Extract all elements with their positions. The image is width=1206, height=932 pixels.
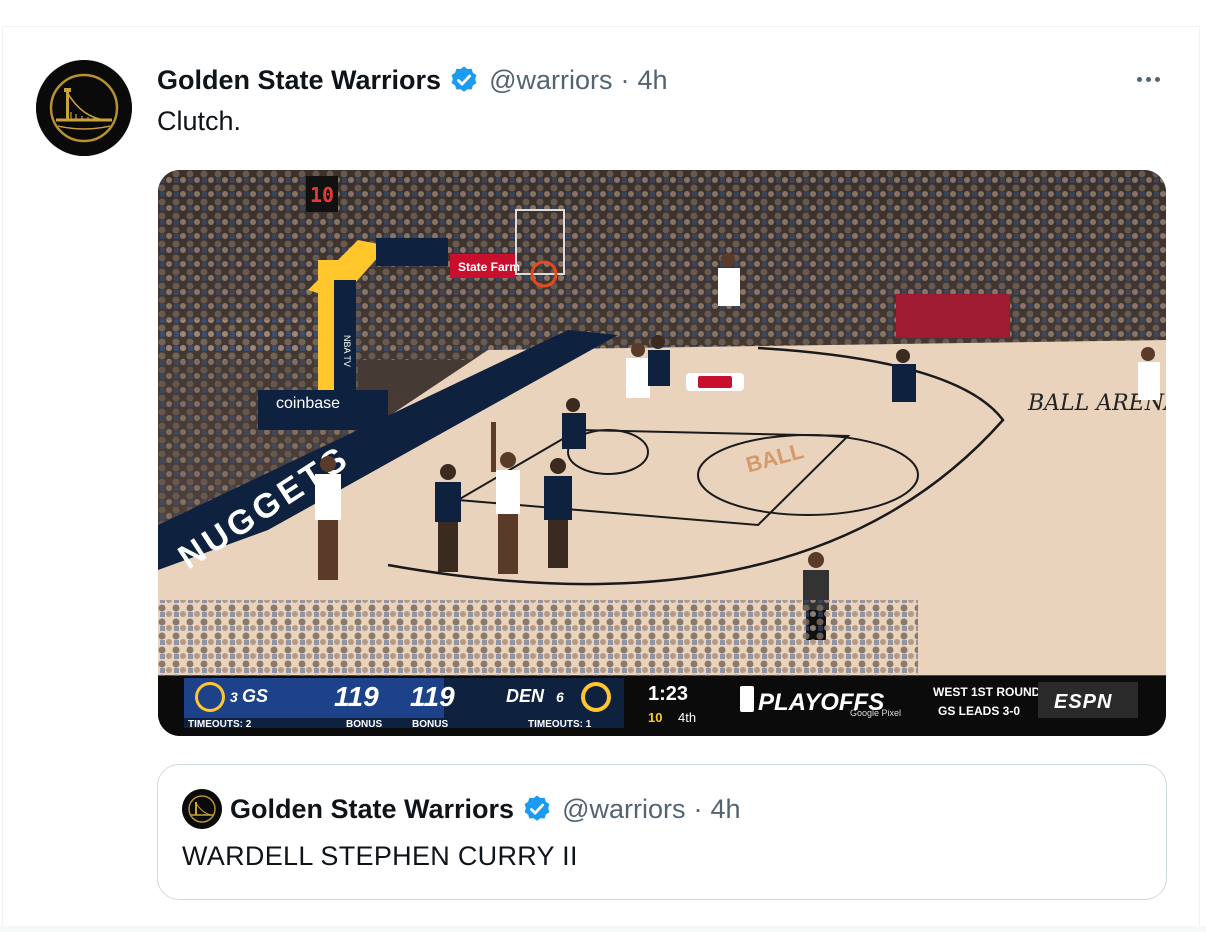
verified-badge-icon <box>449 65 479 95</box>
quoted-tweet[interactable]: Golden State Warriors @warriors · 4h WAR… <box>157 764 1167 900</box>
basketball-scene-image: NUGGETS BALL BALL ARENA coinbase NBA TV … <box>158 170 1166 736</box>
home-score: 119 <box>410 681 455 712</box>
verified-badge-icon <box>522 794 552 824</box>
dot-separator: · <box>693 793 703 824</box>
divider <box>0 926 1206 932</box>
sponsor-label: Google Pixel <box>850 708 901 718</box>
home-bonus: BONUS <box>412 719 448 730</box>
home-seed: 6 <box>556 689 564 705</box>
shot-clock: 10 <box>648 710 662 725</box>
quoted-author-name[interactable]: Golden State Warriors <box>230 794 514 825</box>
tweet-media-video[interactable]: NUGGETS BALL BALL ARENA coinbase NBA TV … <box>158 170 1166 736</box>
tweet-text: Clutch. <box>157 106 242 136</box>
network-logo: ESPN <box>1054 691 1112 713</box>
series-line-2: GS LEADS 3-0 <box>938 704 1020 718</box>
away-timeouts: TIMEOUTS: 2 <box>188 719 252 730</box>
quoted-handle[interactable]: @warriors <box>562 794 685 825</box>
home-team: DEN <box>506 686 545 706</box>
dot-separator: · <box>620 64 630 95</box>
author-handle[interactable]: @warriors <box>489 65 612 96</box>
quoted-timestamp[interactable]: 4h <box>710 794 740 825</box>
warriors-logo-icon <box>36 60 132 156</box>
stanchion-text: NBA TV <box>342 335 352 367</box>
warriors-avatar[interactable] <box>36 60 132 156</box>
arena-shot-clock: 10 <box>310 183 334 207</box>
away-seed: 3 <box>230 689 238 705</box>
home-timeouts: TIMEOUTS: 1 <box>528 719 592 730</box>
more-options-icon[interactable] <box>1128 66 1168 92</box>
author-name[interactable]: Golden State Warriors <box>157 65 441 96</box>
away-score: 119 <box>334 681 379 712</box>
quarter: 4th <box>678 710 696 725</box>
player-figure <box>315 456 341 580</box>
away-bonus: BONUS <box>346 719 382 730</box>
warriors-logo-icon <box>182 789 222 829</box>
tweet-timestamp[interactable]: 4h <box>637 65 667 96</box>
game-clock: 1:23 <box>648 683 688 705</box>
state-farm-banner: State Farm <box>458 260 520 274</box>
series-line-1: WEST 1ST ROUND <box>933 685 1041 699</box>
quoted-avatar[interactable] <box>182 789 222 829</box>
quoted-tweet-text: WARDELL STEPHEN CURRY II <box>182 841 578 871</box>
away-team: GS <box>242 686 268 706</box>
quoted-header: Golden State Warriors @warriors · 4h <box>230 791 741 827</box>
coinbase-ad: coinbase <box>276 395 340 412</box>
tweet-header: Golden State Warriors @warriors · 4h <box>157 62 668 98</box>
